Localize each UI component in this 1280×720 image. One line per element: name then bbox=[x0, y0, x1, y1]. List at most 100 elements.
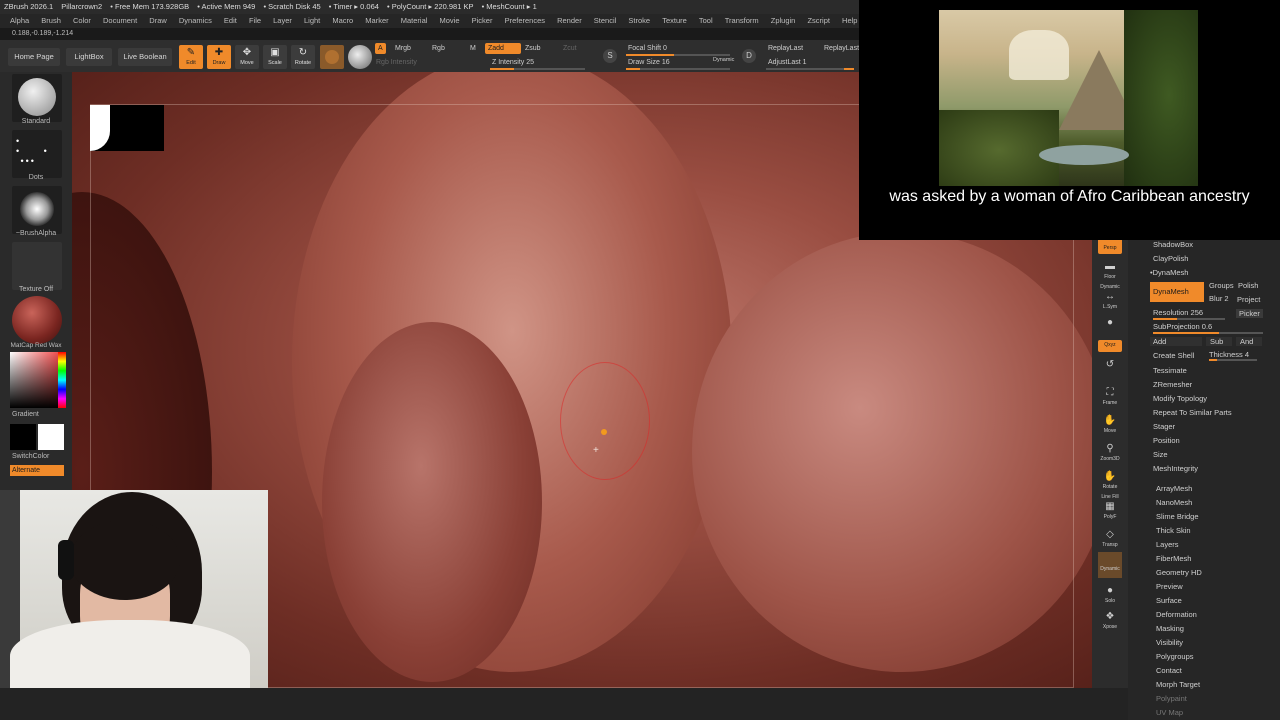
masking-section[interactable]: Masking bbox=[1156, 624, 1184, 633]
texture-button[interactable] bbox=[12, 242, 62, 290]
geometry-hd-section[interactable]: Geometry HD bbox=[1156, 568, 1202, 577]
menu-stencil[interactable]: Stencil bbox=[584, 14, 617, 28]
menu-color[interactable]: Color bbox=[63, 14, 91, 28]
frame-button[interactable]: ⛶ Frame bbox=[1098, 386, 1122, 408]
lock-button[interactable]: ● bbox=[1098, 316, 1122, 338]
stager-button[interactable]: Stager bbox=[1153, 422, 1175, 431]
adjust-last-slider[interactable]: AdjustLast 1 bbox=[768, 59, 807, 66]
rotate-lock-button[interactable]: ↺ bbox=[1098, 358, 1122, 380]
polypaint-section[interactable]: Polypaint bbox=[1156, 694, 1187, 703]
uv-map-section[interactable]: UV Map bbox=[1156, 708, 1183, 717]
nanomesh-section[interactable]: NanoMesh bbox=[1156, 498, 1192, 507]
rgb-button[interactable]: Rgb bbox=[432, 45, 445, 52]
draw-button[interactable]: ✚ Draw bbox=[207, 45, 231, 69]
menu-zscript[interactable]: Zscript bbox=[797, 14, 830, 28]
zremesher-button[interactable]: ZRemesher bbox=[1153, 380, 1192, 389]
polyf-button[interactable]: ▦ PolyF bbox=[1098, 500, 1122, 522]
menu-file[interactable]: File bbox=[239, 14, 261, 28]
menu-stroke[interactable]: Stroke bbox=[618, 14, 650, 28]
repeat-to-similar-parts-button[interactable]: Repeat To Similar Parts bbox=[1153, 408, 1232, 417]
arraymesh-section[interactable]: ArrayMesh bbox=[1156, 484, 1192, 493]
claypolish-button[interactable]: ClayPolish bbox=[1153, 254, 1188, 263]
deformation-section[interactable]: Deformation bbox=[1156, 610, 1197, 619]
shadowbox-button[interactable]: ShadowBox bbox=[1153, 240, 1193, 249]
menu-picker[interactable]: Picker bbox=[462, 14, 493, 28]
z-intensity-slider[interactable]: Z Intensity 25 bbox=[492, 59, 534, 66]
home-page-button[interactable]: Home Page bbox=[8, 48, 60, 66]
lightbox-button[interactable]: LightBox bbox=[66, 48, 112, 66]
focal-shift-track[interactable] bbox=[626, 54, 730, 56]
zadd-button[interactable]: Zadd bbox=[485, 43, 521, 54]
menu-dynamics[interactable]: Dynamics bbox=[169, 14, 212, 28]
project-toggle[interactable]: Project bbox=[1237, 295, 1260, 304]
fibermesh-section[interactable]: FiberMesh bbox=[1156, 554, 1191, 563]
menu-texture[interactable]: Texture bbox=[652, 14, 687, 28]
scale-button[interactable]: ▣ Scale bbox=[263, 45, 287, 69]
replay-last-button[interactable]: ReplayLast bbox=[768, 45, 803, 52]
visibility-section[interactable]: Visibility bbox=[1156, 638, 1183, 647]
polygroups-section[interactable]: Polygroups bbox=[1156, 652, 1194, 661]
dynamic-toggle[interactable]: Dynamic bbox=[713, 57, 734, 63]
layers-section[interactable]: Layers bbox=[1156, 540, 1179, 549]
adjust-last-track[interactable] bbox=[766, 68, 854, 70]
move-button[interactable]: ✥ Move bbox=[235, 45, 259, 69]
edit-button[interactable]: ✎ Edit bbox=[179, 45, 203, 69]
alternate-button[interactable]: Alternate bbox=[10, 465, 64, 476]
resolution-slider[interactable]: Resolution 256 bbox=[1153, 308, 1203, 317]
rotate-button[interactable]: ↻ Rotate bbox=[291, 45, 315, 69]
brush-alpha-button[interactable] bbox=[12, 186, 62, 234]
sub-button[interactable]: Sub bbox=[1206, 337, 1232, 346]
rotate-view-button[interactable]: ✋ Rotate bbox=[1098, 470, 1122, 492]
rgb-intensity-slider[interactable]: Rgb Intensity bbox=[376, 59, 417, 66]
dynamesh-button[interactable]: DynaMesh bbox=[1150, 282, 1204, 302]
brush-standard-button[interactable] bbox=[12, 74, 62, 122]
a-toggle[interactable]: A bbox=[375, 43, 386, 54]
contact-section[interactable]: Contact bbox=[1156, 666, 1182, 675]
groups-toggle[interactable]: Groups bbox=[1209, 281, 1234, 290]
morph-target-section[interactable]: Morph Target bbox=[1156, 680, 1200, 689]
live-boolean-button[interactable]: Live Boolean bbox=[118, 48, 172, 66]
menu-material[interactable]: Material bbox=[391, 14, 428, 28]
menu-brush[interactable]: Brush bbox=[31, 14, 61, 28]
mrgb-button[interactable]: Mrgb bbox=[395, 45, 411, 52]
material-button[interactable] bbox=[12, 296, 62, 344]
m-button[interactable]: M bbox=[470, 45, 476, 52]
add-button[interactable]: Add bbox=[1150, 337, 1202, 346]
solo-button[interactable]: ● Solo bbox=[1098, 584, 1122, 606]
secondary-color-swatch[interactable] bbox=[38, 424, 64, 450]
zcut-button[interactable]: Zcut bbox=[563, 45, 577, 52]
zsub-button[interactable]: Zsub bbox=[525, 45, 541, 52]
surface-section[interactable]: Surface bbox=[1156, 596, 1182, 605]
thick-skin-section[interactable]: Thick Skin bbox=[1156, 526, 1191, 535]
hue-strip[interactable] bbox=[58, 352, 66, 408]
subprojection-slider[interactable]: SubProjection 0.6 bbox=[1153, 322, 1212, 331]
menu-alpha[interactable]: Alpha bbox=[0, 14, 29, 28]
draw-size-track[interactable] bbox=[626, 68, 730, 70]
tessimate-button[interactable]: Tessimate bbox=[1153, 366, 1187, 375]
menu-layer[interactable]: Layer bbox=[263, 14, 292, 28]
main-color-swatch[interactable] bbox=[10, 424, 36, 450]
thickness-slider[interactable]: Thickness 4 bbox=[1209, 350, 1249, 359]
menu-help[interactable]: Help bbox=[832, 14, 857, 28]
menu-light[interactable]: Light bbox=[294, 14, 320, 28]
material-swatch-button[interactable] bbox=[320, 45, 344, 69]
menu-document[interactable]: Document bbox=[93, 14, 137, 28]
replay-last-rel-button[interactable]: ReplayLast bbox=[824, 45, 859, 52]
xyz-button[interactable]: Qxyz bbox=[1098, 340, 1122, 352]
color-picker[interactable] bbox=[10, 352, 66, 408]
dynamic-solo-button[interactable]: Dynamic bbox=[1098, 552, 1122, 578]
dynamesh-section-header[interactable]: •DynaMesh bbox=[1150, 268, 1188, 277]
d-toggle[interactable]: D bbox=[742, 49, 756, 63]
material-sphere-button[interactable] bbox=[348, 45, 372, 69]
zoom3d-button[interactable]: ⚲ Zoom3D bbox=[1098, 442, 1122, 464]
size-button[interactable]: Size bbox=[1153, 450, 1168, 459]
polish-toggle[interactable]: Polish bbox=[1238, 281, 1258, 290]
menu-tool[interactable]: Tool bbox=[689, 14, 713, 28]
transp-button[interactable]: ◇ Transp bbox=[1098, 528, 1122, 550]
menu-movie[interactable]: Movie bbox=[430, 14, 460, 28]
move-view-button[interactable]: ✋ Move bbox=[1098, 414, 1122, 436]
slime-bridge-section[interactable]: Slime Bridge bbox=[1156, 512, 1199, 521]
resolution-track[interactable] bbox=[1153, 318, 1225, 320]
z-intensity-track[interactable] bbox=[490, 68, 585, 70]
menu-marker[interactable]: Marker bbox=[355, 14, 388, 28]
